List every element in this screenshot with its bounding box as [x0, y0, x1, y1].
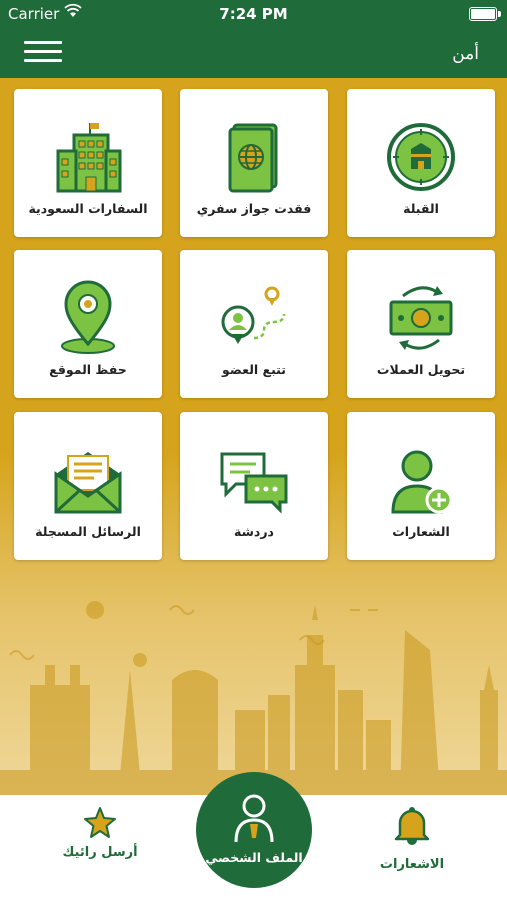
- bell-icon: [394, 807, 430, 845]
- tile-qibla[interactable]: القبلة: [347, 89, 495, 237]
- profile-button[interactable]: الملف الشخصي: [196, 772, 312, 888]
- send-feedback-button[interactable]: أرسل رائيك: [40, 805, 160, 860]
- chat-icon: [220, 452, 288, 514]
- tile-label: السفارات السعودية: [28, 201, 148, 216]
- tile-label: تحويل العملات: [376, 362, 466, 377]
- tile-label: الرسائل المسجلة: [35, 524, 141, 539]
- tile-recorded-messages[interactable]: الرسائل المسجلة: [14, 412, 162, 560]
- battery-icon: [469, 7, 497, 21]
- tile-label: دردشة: [234, 524, 274, 539]
- hamburger-menu-icon[interactable]: [24, 37, 62, 65]
- passport-icon: [228, 123, 278, 193]
- profile-user-icon: [234, 794, 274, 843]
- tile-chat[interactable]: دردشة: [180, 412, 328, 560]
- tile-label: فقدت جواز سفري: [196, 201, 312, 216]
- location-pin-icon: [61, 280, 115, 354]
- clock: 7:24 PM: [219, 5, 288, 23]
- profile-label: الملف الشخصي: [205, 850, 303, 865]
- notifications-label: الاشعارات: [379, 857, 445, 872]
- notifications-button[interactable]: الاشعارات: [352, 805, 472, 872]
- feedback-label: أرسل رائيك: [62, 845, 138, 860]
- star-icon: [84, 807, 116, 838]
- embassy-building-icon: [56, 123, 122, 193]
- track-member-icon: [221, 286, 286, 344]
- tile-label: الشعارات: [392, 524, 450, 539]
- tile-saudi-embassies[interactable]: السفارات السعودية: [14, 89, 162, 237]
- tile-lost-passport[interactable]: فقدت جواز سفري: [180, 89, 328, 237]
- tile-label: تتبع العضو: [222, 362, 286, 377]
- tile-slogans[interactable]: الشعارات: [347, 412, 495, 560]
- tile-save-location[interactable]: حفظ الموقع: [14, 250, 162, 398]
- currency-exchange-icon: [389, 286, 453, 350]
- top-nav-bar: أمن: [0, 28, 507, 78]
- tile-currency-exchange[interactable]: تحويل العملات: [347, 250, 495, 398]
- envelope-icon: [54, 452, 122, 514]
- page-title: أمن: [452, 44, 479, 64]
- user-add-icon: [391, 450, 453, 514]
- tile-track-member[interactable]: تتبع العضو: [180, 250, 328, 398]
- tile-label: القبلة: [403, 201, 439, 216]
- qibla-icon: [387, 123, 455, 191]
- tile-label: حفظ الموقع: [49, 362, 127, 377]
- skyline-illustration: [0, 601, 507, 795]
- status-bar: Carrier 7:24 PM: [0, 0, 507, 28]
